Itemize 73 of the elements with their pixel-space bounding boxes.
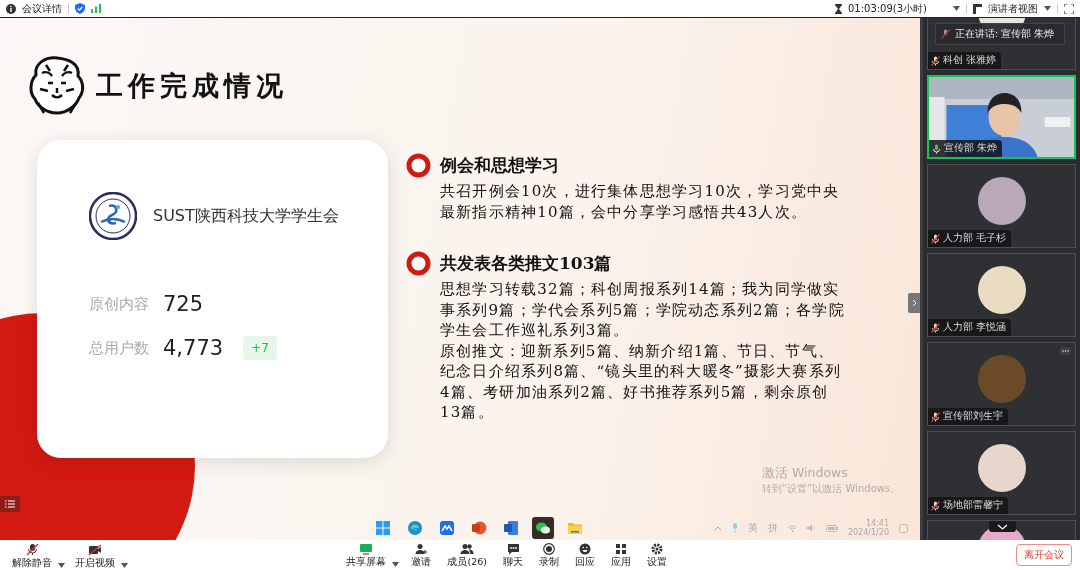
caret-icon[interactable] [392, 562, 400, 567]
toolbar-button[interactable]: 邀请 [407, 543, 436, 567]
participant-name: 科创 张雅婷 [943, 54, 997, 67]
activation-title: 激活 Windows [762, 465, 849, 482]
muted-mic-icon [25, 542, 39, 556]
add-person-icon [415, 543, 428, 555]
stat-value: 725 [163, 292, 204, 316]
tiger-drawing [28, 54, 86, 117]
section-text: 原创推文：迎新系列5篇、纳新介绍1篇、节日、节气、纪念日介绍系列8篇、“镜头里的科大暖冬”摄影大赛系列4篇、考研加油系列2篇、好书推荐系列5篇，剩余原创13篇。 [440, 340, 843, 423]
chevron-right-icon [911, 299, 917, 307]
section-text: 共召开例会10次，进行集体思想学习10次，学习党中央最新指示精神10篇，会中分享学习感悟共43人次。 [440, 181, 841, 222]
meeting-info-link[interactable]: 会议详情 [22, 1, 62, 16]
toolbar-button[interactable]: 回应 [571, 543, 599, 567]
change-badge: +7 [243, 336, 277, 360]
expand-panel-button[interactable] [908, 293, 920, 313]
meeting-timer: 01:03:09(3小时) [847, 1, 927, 16]
participant-name: 场地部雷馨宁 [943, 499, 1003, 512]
section-heading: 例会和思想学习 [440, 154, 560, 177]
info-icon[interactable] [6, 3, 16, 14]
toolbar-button[interactable]: 解除静音 [8, 542, 56, 568]
outline-button[interactable] [0, 496, 20, 512]
participant-tile[interactable]: 正在讲话: 宣传部 朱烨 科创 张雅婷 [927, 18, 1076, 70]
stat-label: 总用户数 [89, 338, 149, 358]
screen-share-icon [359, 543, 374, 555]
shield-icon[interactable] [75, 3, 85, 14]
caret-icon[interactable] [1044, 6, 1051, 11]
emblem-icon [89, 192, 137, 240]
people-icon [460, 543, 475, 555]
toolbar-button[interactable]: 聊天 [499, 543, 527, 567]
organization-name: SUST陕西科技大学学生会 [153, 205, 339, 227]
view-mode-dropdown[interactable]: 演讲者视图 [988, 1, 1038, 16]
smiley-icon [579, 543, 591, 555]
caret-icon[interactable] [953, 6, 960, 11]
participant-tile[interactable]: 人力部 李悦涵 [927, 253, 1076, 337]
toolbar-button[interactable]: 应用 [607, 543, 635, 567]
list-icon [5, 500, 15, 508]
apps-grid-icon [615, 543, 627, 555]
participant-tile[interactable]: 宣传部 朱烨 [927, 75, 1076, 159]
toolbar-button[interactable]: 录制 [535, 543, 563, 567]
caret-icon[interactable] [121, 562, 128, 568]
layout-icon[interactable] [973, 3, 982, 14]
bullet-ring-icon [406, 153, 431, 178]
camera-off-icon [88, 543, 102, 556]
section-heading: 共发表各类推文103篇 [440, 252, 613, 275]
toolbar-button[interactable]: 设置 [643, 543, 671, 567]
participant-name: 宣传部 朱烨 [944, 142, 998, 155]
participant-tile[interactable]: 宣传部刘生宇 [927, 342, 1076, 426]
slide-title: 工作完成情况 [96, 68, 288, 103]
record-icon [543, 543, 555, 555]
more-icon[interactable] [1060, 347, 1071, 355]
participant-name: 人力部 毛子杉 [943, 232, 1007, 245]
toolbar-button[interactable]: 开启视频 [71, 543, 119, 568]
participant-name: 人力部 李悦涵 [943, 321, 1007, 334]
chat-icon [506, 543, 520, 555]
signal-icon[interactable] [91, 4, 101, 13]
stat-label: 原创内容 [89, 294, 149, 314]
participant-tile[interactable]: 人力部 毛子杉 [927, 164, 1076, 248]
muted-mic-icon [941, 29, 950, 39]
chevron-down-icon [997, 523, 1008, 530]
bullet-ring-icon [406, 251, 431, 276]
fullscreen-icon[interactable] [1064, 3, 1074, 14]
leave-meeting-button[interactable]: 离开会议 [1016, 544, 1072, 566]
stat-value: 4,773 [163, 336, 224, 360]
participant-name: 宣传部刘生宇 [943, 410, 1003, 423]
speaking-indicator: 正在讲话: 宣传部 朱烨 [955, 27, 1055, 41]
caret-icon[interactable] [58, 562, 65, 568]
toolbar-button[interactable]: 共享屏幕 [342, 543, 391, 567]
section-text: 思想学习转载32篇；科创周报系列14篇；我为同学做实事系列9篇；学代会系列5篇；学院动态系列2篇；各学院学生会工作巡礼系列3篇。 [440, 279, 846, 341]
participant-tile[interactable]: 场地部雷馨宁 [927, 431, 1076, 515]
toolbar-button[interactable]: 成员(26) [443, 543, 491, 567]
settings-icon [651, 543, 663, 555]
scroll-down-button[interactable] [989, 521, 1016, 532]
hourglass-icon [834, 3, 842, 14]
